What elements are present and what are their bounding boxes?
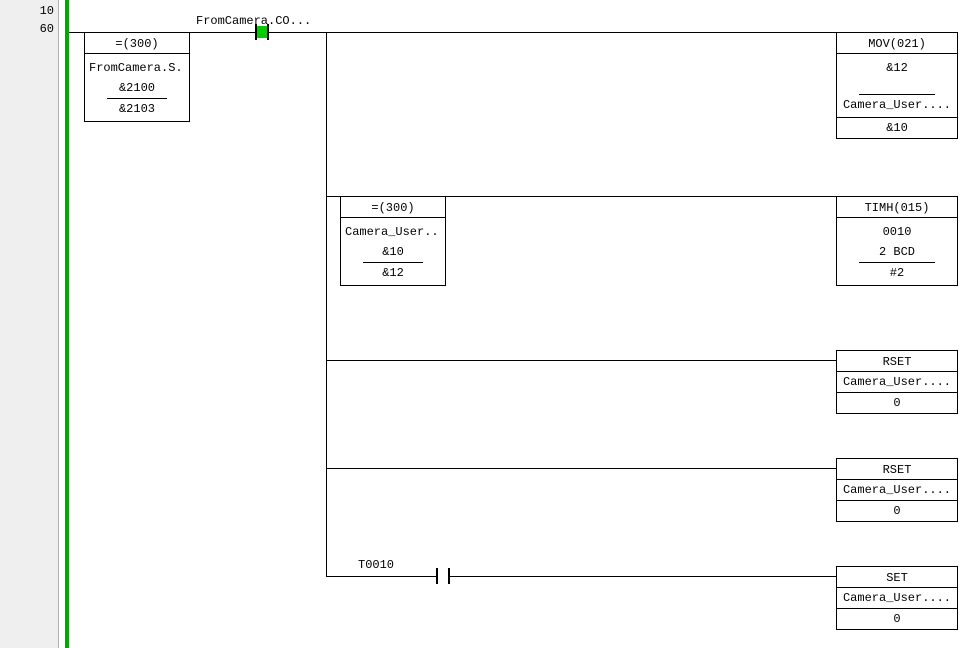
- block-title: RSET: [837, 351, 957, 372]
- block-body: Camera_User....: [837, 588, 957, 608]
- contact-label: T0010: [358, 558, 394, 572]
- block-body: Camera_User.... &10 &12: [341, 218, 445, 285]
- contact-fromcamera[interactable]: [245, 24, 279, 42]
- wire: [326, 32, 327, 576]
- block-line: Camera_User....: [837, 480, 957, 500]
- rset-block-2[interactable]: RSET Camera_User.... 0: [836, 458, 958, 522]
- wire: [326, 360, 836, 361]
- contact-t0010[interactable]: [426, 568, 460, 586]
- ladder-canvas: { "gutter": { "topNum": "10", "rungNum":…: [0, 0, 964, 648]
- block-line: &2103: [89, 99, 185, 119]
- wire: [450, 576, 460, 577]
- block-body: FromCamera.S... &2100 &2103: [85, 54, 189, 121]
- block-line: FromCamera.S...: [89, 58, 185, 78]
- wire: [326, 468, 836, 469]
- set-block[interactable]: SET Camera_User.... 0: [836, 566, 958, 630]
- power-rail: [65, 0, 69, 648]
- block-line: &2100: [89, 78, 185, 98]
- block-line: &12: [841, 58, 953, 78]
- wire: [326, 32, 836, 33]
- compare-block-1[interactable]: =(300) FromCamera.S... &2100 &2103: [84, 32, 190, 122]
- mov-block[interactable]: MOV(021) &12 Camera_User.... &10: [836, 32, 958, 139]
- rset-block-1[interactable]: RSET Camera_User.... 0: [836, 350, 958, 414]
- contact-plate: [436, 568, 438, 584]
- block-line: &10: [345, 242, 441, 262]
- gutter-rung-number: 60: [40, 22, 54, 36]
- block-body: Camera_User....: [837, 480, 957, 500]
- block-line: Camera_User....: [345, 222, 441, 242]
- block-footer: 0: [837, 392, 957, 413]
- gutter: 10 60: [0, 0, 59, 648]
- wire: [426, 576, 436, 577]
- block-line: &12: [345, 263, 441, 283]
- wire: [445, 196, 836, 197]
- block-line: Camera_User....: [841, 95, 953, 115]
- block-line: #2: [841, 263, 953, 283]
- contact-power-indicator: [257, 26, 267, 38]
- block-body: Camera_User....: [837, 372, 957, 392]
- block-footer: &10: [837, 117, 957, 138]
- wire: [189, 32, 245, 33]
- wire: [326, 196, 340, 197]
- block-title: MOV(021): [837, 33, 957, 54]
- wire: [269, 32, 279, 33]
- block-line: 2 BCD: [841, 242, 953, 262]
- compare-block-2[interactable]: =(300) Camera_User.... &10 &12: [340, 196, 446, 286]
- timh-block[interactable]: TIMH(015) 0010 2 BCD #2: [836, 196, 958, 286]
- block-title: SET: [837, 567, 957, 588]
- block-title: RSET: [837, 459, 957, 480]
- wire: [245, 32, 255, 33]
- block-footer: 0: [837, 608, 957, 629]
- block-body: 0010 2 BCD #2: [837, 218, 957, 285]
- block-title: TIMH(015): [837, 197, 957, 218]
- wire: [69, 32, 84, 33]
- block-footer: 0: [837, 500, 957, 521]
- wire: [460, 576, 836, 577]
- block-line: Camera_User....: [837, 588, 957, 608]
- block-spacer: [841, 78, 953, 94]
- block-title: =(300): [341, 197, 445, 218]
- block-title: =(300): [85, 33, 189, 54]
- block-line: Camera_User....: [837, 372, 957, 392]
- wire: [326, 576, 426, 577]
- wire: [279, 32, 326, 33]
- block-line: 0010: [841, 222, 953, 242]
- gutter-top-number: 10: [40, 4, 54, 18]
- block-body: &12 Camera_User....: [837, 54, 957, 117]
